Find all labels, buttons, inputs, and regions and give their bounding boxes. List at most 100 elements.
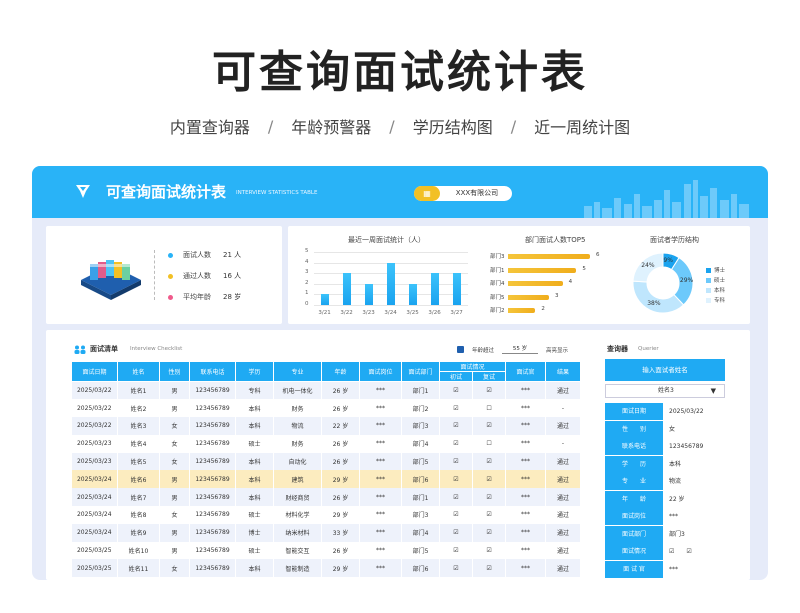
status-checkbox[interactable]: ☑ bbox=[439, 399, 473, 418]
table-cell: 26 岁 bbox=[321, 488, 360, 507]
table-cell: 本科 bbox=[235, 470, 274, 489]
table-cell: 物流 bbox=[273, 417, 322, 435]
dept-label: 部门3 bbox=[490, 254, 505, 260]
weekly-bar bbox=[387, 262, 395, 305]
status-checkbox[interactable]: ☑ bbox=[439, 488, 473, 507]
table-row[interactable]: 2025/03/22 姓名3 女 123456789 本科 物流 22 岁 *** 部门3 ☑ ☑ *… bbox=[71, 417, 582, 435]
querier-field-value: 女 bbox=[665, 420, 725, 438]
status-checkbox[interactable]: ☐ bbox=[472, 399, 507, 418]
table-row[interactable]: 2025/03/25 姓名10 男 123456789 硕士 智能交互 26 岁 *** 部门5… bbox=[71, 541, 582, 560]
table-cell: 男 bbox=[159, 381, 190, 400]
table-cell: 123456789 bbox=[189, 523, 236, 542]
stat-value: 28 岁 bbox=[223, 293, 242, 301]
status-checkbox[interactable]: ☑ bbox=[439, 417, 473, 435]
table-cell: *** bbox=[505, 559, 547, 578]
legend-swatch bbox=[706, 297, 711, 303]
status-checkbox[interactable]: ☑ bbox=[439, 470, 473, 489]
table-cell: 部门3 bbox=[401, 417, 440, 435]
table-cell: 姓名5 bbox=[117, 452, 160, 471]
status-checkbox[interactable]: ☑ bbox=[439, 541, 473, 560]
dept-bar bbox=[508, 308, 536, 313]
status-checkbox[interactable]: ☑ bbox=[439, 523, 473, 542]
col-subheader: 初试 bbox=[439, 371, 473, 382]
status-checkbox[interactable]: ☑ bbox=[472, 541, 507, 560]
subnav-item-age: 年龄预警器 bbox=[291, 118, 372, 137]
table-cell: *** bbox=[505, 417, 547, 435]
weekly-bar bbox=[409, 283, 417, 305]
table-row[interactable]: 2025/03/24 姓名6 男 123456789 本科 建筑 29 岁 *** 部门6 ☑ ☑ *… bbox=[71, 470, 582, 489]
status-checkbox[interactable]: ☑ bbox=[472, 417, 507, 435]
status-checkbox[interactable]: ☑ bbox=[439, 434, 473, 453]
server-rack-illustration bbox=[81, 260, 141, 300]
querier-field-value: 22 岁 bbox=[665, 490, 725, 508]
querier-row: 面试部门 部门3 bbox=[605, 525, 725, 544]
querier-row: 面试岗位 *** bbox=[605, 508, 725, 526]
status-checkbox[interactable]: ☑ bbox=[472, 523, 507, 542]
table-row[interactable]: 2025/03/22 姓名1 男 123456789 专科 机电一体化 26 岁 *** 部门1… bbox=[71, 381, 582, 400]
age-check-checkbox[interactable] bbox=[457, 346, 464, 353]
col-header: 学历 bbox=[235, 361, 274, 382]
table-cell: 财务 bbox=[273, 399, 322, 418]
table-cell: - bbox=[545, 434, 582, 453]
querier-row: 学 历本科 bbox=[605, 455, 725, 474]
table-cell: 女 bbox=[159, 452, 190, 471]
name-select-value: 姓名3 bbox=[658, 387, 674, 394]
status-checkbox[interactable]: ☑ bbox=[439, 452, 473, 471]
status-checkbox[interactable]: ☑ bbox=[439, 506, 473, 524]
table-cell: 2025/03/22 bbox=[71, 399, 118, 418]
status-checkbox[interactable]: ☑ bbox=[439, 559, 473, 578]
stat-avg-age: 平均年龄 28 岁 bbox=[168, 292, 241, 302]
table-cell: 财经商贸 bbox=[273, 488, 322, 507]
col-header: 面试日期 bbox=[71, 361, 118, 382]
table-cell: 123456789 bbox=[189, 506, 236, 524]
table-cell: 男 bbox=[159, 541, 190, 560]
people-icon bbox=[74, 345, 86, 354]
querier-title: 查询器 bbox=[607, 345, 628, 353]
querier-row: 专 业物流 bbox=[605, 473, 725, 491]
status-checkbox[interactable]: ☑ bbox=[472, 470, 507, 489]
table-cell: 部门1 bbox=[401, 488, 440, 507]
table-row[interactable]: 2025/03/25 姓名11 女 123456789 本科 智能制造 29 岁 *** 部门6… bbox=[71, 559, 582, 578]
status-checkbox[interactable]: ☑ bbox=[472, 559, 507, 578]
querier-field-value: *** bbox=[665, 560, 725, 578]
status-checkbox[interactable]: ☑ bbox=[472, 381, 507, 400]
table-cell: *** bbox=[505, 434, 547, 453]
weekly-bar bbox=[343, 273, 351, 305]
table-cell: *** bbox=[359, 452, 402, 471]
dept-value: 2 bbox=[541, 306, 545, 312]
age-limit-input[interactable]: 55 岁 bbox=[502, 344, 538, 354]
dropdown-arrow-icon[interactable]: ▼ bbox=[711, 385, 716, 397]
table-cell: 智能交互 bbox=[273, 541, 322, 560]
table-row[interactable]: 2025/03/23 姓名5 女 123456789 本科 自动化 26 岁 *** 部门5 ☑ ☑… bbox=[71, 452, 582, 471]
status-checkbox[interactable]: ☑ bbox=[472, 506, 507, 524]
table-cell: 姓名1 bbox=[117, 381, 160, 400]
banner-title: 可查询面试统计表 bbox=[106, 183, 227, 201]
name-select[interactable]: 姓名3 ▼ bbox=[605, 384, 725, 398]
header-banner: 可查询面试统计表 INTERVIEW STATISTICS TABLE ▦ XX… bbox=[32, 166, 768, 218]
table-cell: 本科 bbox=[235, 417, 274, 435]
stat-label: 面试人数 bbox=[183, 251, 211, 259]
building-icon: ▦ bbox=[414, 186, 440, 201]
col-header: 姓名 bbox=[117, 361, 160, 382]
status-checkbox[interactable]: ☑ bbox=[439, 381, 473, 400]
table-row[interactable]: 2025/03/23 姓名4 女 123456789 硕士 财务 26 岁 *** 部门4 ☑ ☐ *… bbox=[71, 434, 582, 453]
table-cell: 123456789 bbox=[189, 381, 236, 400]
x-tick-label: 3/24 bbox=[384, 310, 397, 316]
status-checkbox[interactable]: ☐ bbox=[472, 434, 507, 453]
stat-value: 16 人 bbox=[223, 272, 242, 280]
col-header: 结果 bbox=[545, 361, 582, 382]
dashboard-window: 可查询面试统计表 INTERVIEW STATISTICS TABLE ▦ XX… bbox=[32, 166, 768, 580]
table-cell: - bbox=[545, 399, 582, 418]
table-row[interactable]: 2025/03/24 姓名7 男 123456789 本科 财经商贸 26 岁 *** 部门1 ☑… bbox=[71, 488, 582, 507]
table-row[interactable]: 2025/03/24 姓名8 女 123456789 硕士 材料化学 29 岁 *** 部门3 ☑… bbox=[71, 506, 582, 524]
table-cell: 男 bbox=[159, 399, 190, 418]
querier-field-label: 面试日期 bbox=[605, 403, 663, 420]
charts-card: 最近一周面试统计（人） 0 1 2 3 4 5 3/21 3/22 3/23 3/24 3/25 3/… bbox=[288, 226, 750, 324]
status-checkbox[interactable]: ☑ bbox=[472, 452, 507, 471]
table-cell: 姓名4 bbox=[117, 434, 160, 453]
status-checkbox[interactable]: ☑ bbox=[472, 488, 507, 507]
table-cell: *** bbox=[359, 381, 402, 400]
table-row[interactable]: 2025/03/22 姓名2 男 123456789 本科 财务 26 岁 *** 部门2 ☑ ☐ *… bbox=[71, 399, 582, 418]
table-cell: 通过 bbox=[545, 541, 582, 560]
table-row[interactable]: 2025/03/24 姓名9 男 123456789 博士 纳米材料 33 岁 *** 部门4 ☑… bbox=[71, 523, 582, 542]
